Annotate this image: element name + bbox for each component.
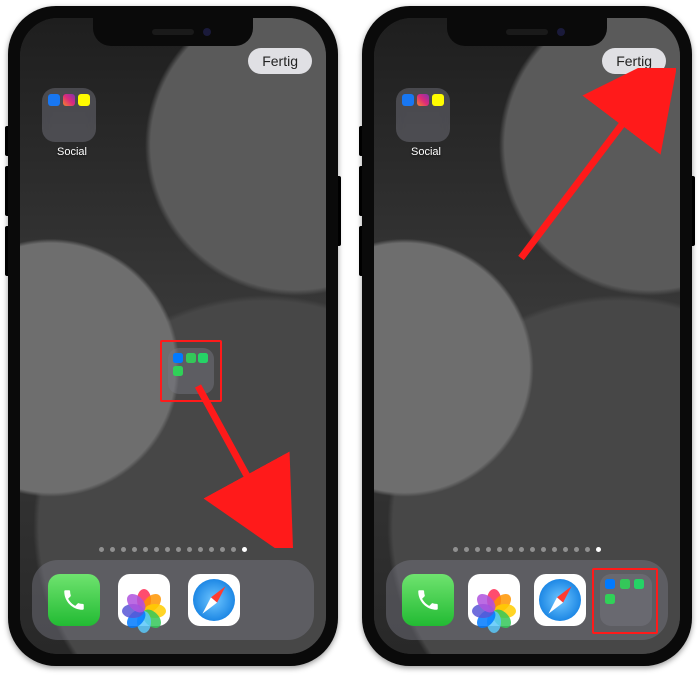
phone-app[interactable] [402,574,454,626]
messenger-app-mini-icon [173,353,183,363]
iphone-screen: Fertig Social [20,18,326,654]
imessage-app-mini-icon [173,366,183,376]
done-button[interactable]: Fertig [602,48,666,74]
whatsapp-app-mini-icon [198,353,208,363]
page-indicator[interactable] [374,547,680,552]
iphone-frame-step2: Fertig Social [362,6,692,666]
page-indicator[interactable] [20,547,326,552]
iphone-screen: Fertig Social [374,18,680,654]
notch [93,18,253,46]
folder-social[interactable]: Social [396,88,456,158]
folder-social[interactable]: Social [42,88,102,158]
photos-icon [124,580,164,620]
photos-app[interactable] [118,574,170,626]
facetime-app-mini-icon [620,579,630,589]
phone-icon [61,587,87,613]
phone-app[interactable] [48,574,100,626]
dock [386,560,668,640]
dragging-folder[interactable] [168,348,214,394]
safari-app[interactable] [534,574,586,626]
dock-folder-chat[interactable] [600,574,652,626]
folder-icon [42,88,96,142]
instagram-app-mini-icon [63,94,75,106]
safari-icon [193,579,235,621]
safari-icon [539,579,581,621]
facebook-app-mini-icon [402,94,414,106]
snapchat-app-mini-icon [78,94,90,106]
whatsapp-app-mini-icon [634,579,644,589]
dock [32,560,314,640]
instagram-app-mini-icon [417,94,429,106]
snapchat-app-mini-icon [432,94,444,106]
messenger-app-mini-icon [605,579,615,589]
phone-icon [415,587,441,613]
iphone-frame-step1: Fertig Social [8,6,338,666]
photos-icon [474,580,514,620]
tutorial-screenshot-pair: Fertig Social [0,0,700,672]
facebook-app-mini-icon [48,94,60,106]
folder-label: Social [42,146,102,158]
folder-icon [396,88,450,142]
facetime-app-mini-icon [186,353,196,363]
notch [447,18,607,46]
photos-app[interactable] [468,574,520,626]
safari-app[interactable] [188,574,240,626]
imessage-app-mini-icon [605,594,615,604]
folder-label: Social [396,146,456,158]
done-button[interactable]: Fertig [248,48,312,74]
